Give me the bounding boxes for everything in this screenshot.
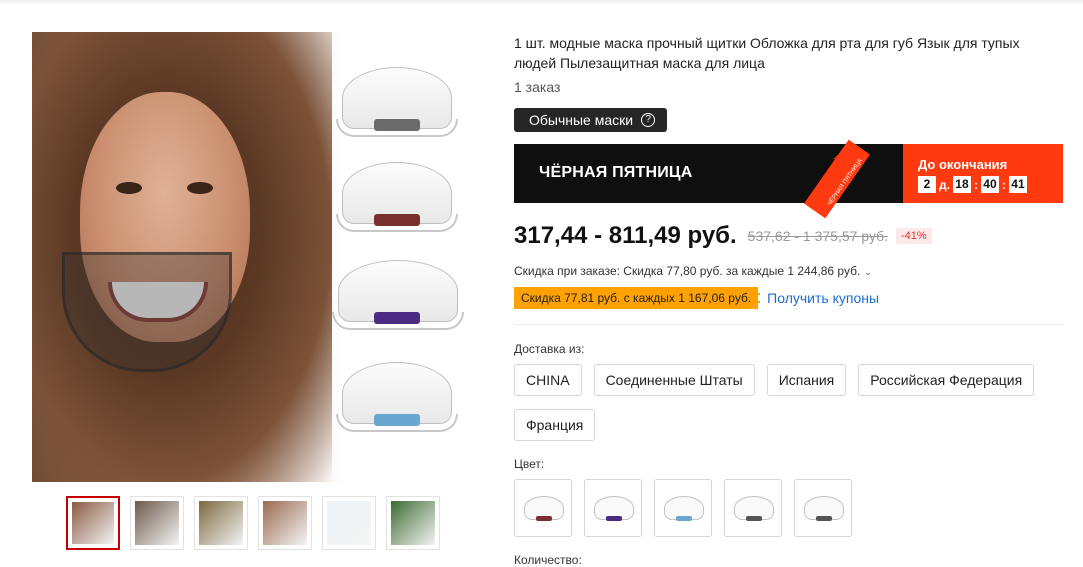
countdown-label: До окончания [918,157,1008,172]
countdown-seconds: 41 [1008,176,1027,193]
question-icon[interactable]: ? [641,113,656,127]
countdown-separator: : [1001,177,1006,192]
product-shield-blue [336,362,458,442]
product-shield-red [336,162,458,242]
product-shield-grey [336,67,458,147]
variant-chip[interactable]: Обычные маски ? [514,108,668,132]
discount-badge: -41% [896,228,932,244]
thumbnail-strip [66,496,440,552]
divider [514,324,1064,325]
price-row: 317,44 - 811,49 руб. 537,62 - 1 375,57 р… [514,222,932,250]
model-left-eye [116,182,142,194]
variant-chip-label: Обычные маски [529,112,634,128]
chevron-down-icon: ⌄ [864,267,872,277]
ship-option-spain[interactable]: Испания [766,364,847,396]
product-shield-purple [332,260,464,340]
main-product-image[interactable] [32,32,480,482]
countdown-days: 2 [918,176,936,193]
color-label: Цвет: [514,457,545,471]
sparkle-icon: ✦ [832,152,843,166]
ship-option-usa[interactable]: Соединенные Штаты [593,364,755,396]
countdown-panel: До окончания 2 д. 18 : 40 : 41 [903,144,1063,203]
get-coupons-link[interactable]: Получить купоны [767,290,879,306]
countdown-separator: : [973,177,978,192]
order-discount[interactable]: Скидка при заказе: Скидка 77,80 руб. за … [514,264,872,278]
color-swatch[interactable] [724,479,782,537]
banner-title: ЧЁРНАЯ ПЯТНИЦА [539,164,693,181]
color-options [514,479,852,537]
top-border [0,0,1083,3]
countdown-minutes: 40 [980,176,999,193]
color-swatch[interactable] [654,479,712,537]
countdown-days-unit: д. [939,177,950,192]
order-count: 1 заказ [514,79,561,95]
coupon-badge: Скидка 77,81 руб. с каждых 1 167,06 руб. [514,287,761,309]
ship-option-france[interactable]: Франция [514,409,596,441]
thumbnail[interactable] [322,496,376,550]
ship-option-china[interactable]: CHINA [514,364,582,396]
thumbnail[interactable] [258,496,312,550]
shipping-options: CHINA Соединенные Штаты Испания Российск… [514,364,1064,441]
current-price: 317,44 - 811,49 руб. [514,222,737,249]
old-price: 537,62 - 1 375,57 руб. [747,228,889,244]
thumbnail[interactable] [386,496,440,550]
thumbnail[interactable] [130,496,184,550]
shipping-label: Доставка из: [514,342,585,356]
order-discount-text: Скидка при заказе: Скидка 77,80 руб. за … [514,264,861,278]
coupon-row: Скидка 77,81 руб. с каждых 1 167,06 руб.… [514,287,879,309]
black-friday-banner[interactable]: ЧЁРНАЯ ПЯТНИЦА ЧЁРНАЯ ПЯТНИЦА ✦ До оконч… [514,139,1063,219]
countdown-timer: 2 д. 18 : 40 : 41 [918,176,1027,193]
thumbnail[interactable] [66,496,120,550]
color-swatch[interactable] [584,479,642,537]
quantity-label: Количество: [514,553,582,567]
ship-option-russia[interactable]: Российская Федерация [858,364,1035,396]
model-right-eye [187,182,213,194]
color-swatch[interactable] [514,479,572,537]
thumbnail[interactable] [194,496,248,550]
color-swatch[interactable] [794,479,852,537]
countdown-hours: 18 [952,176,971,193]
product-title: 1 шт. модные маска прочный щитки Обложка… [514,35,1020,71]
